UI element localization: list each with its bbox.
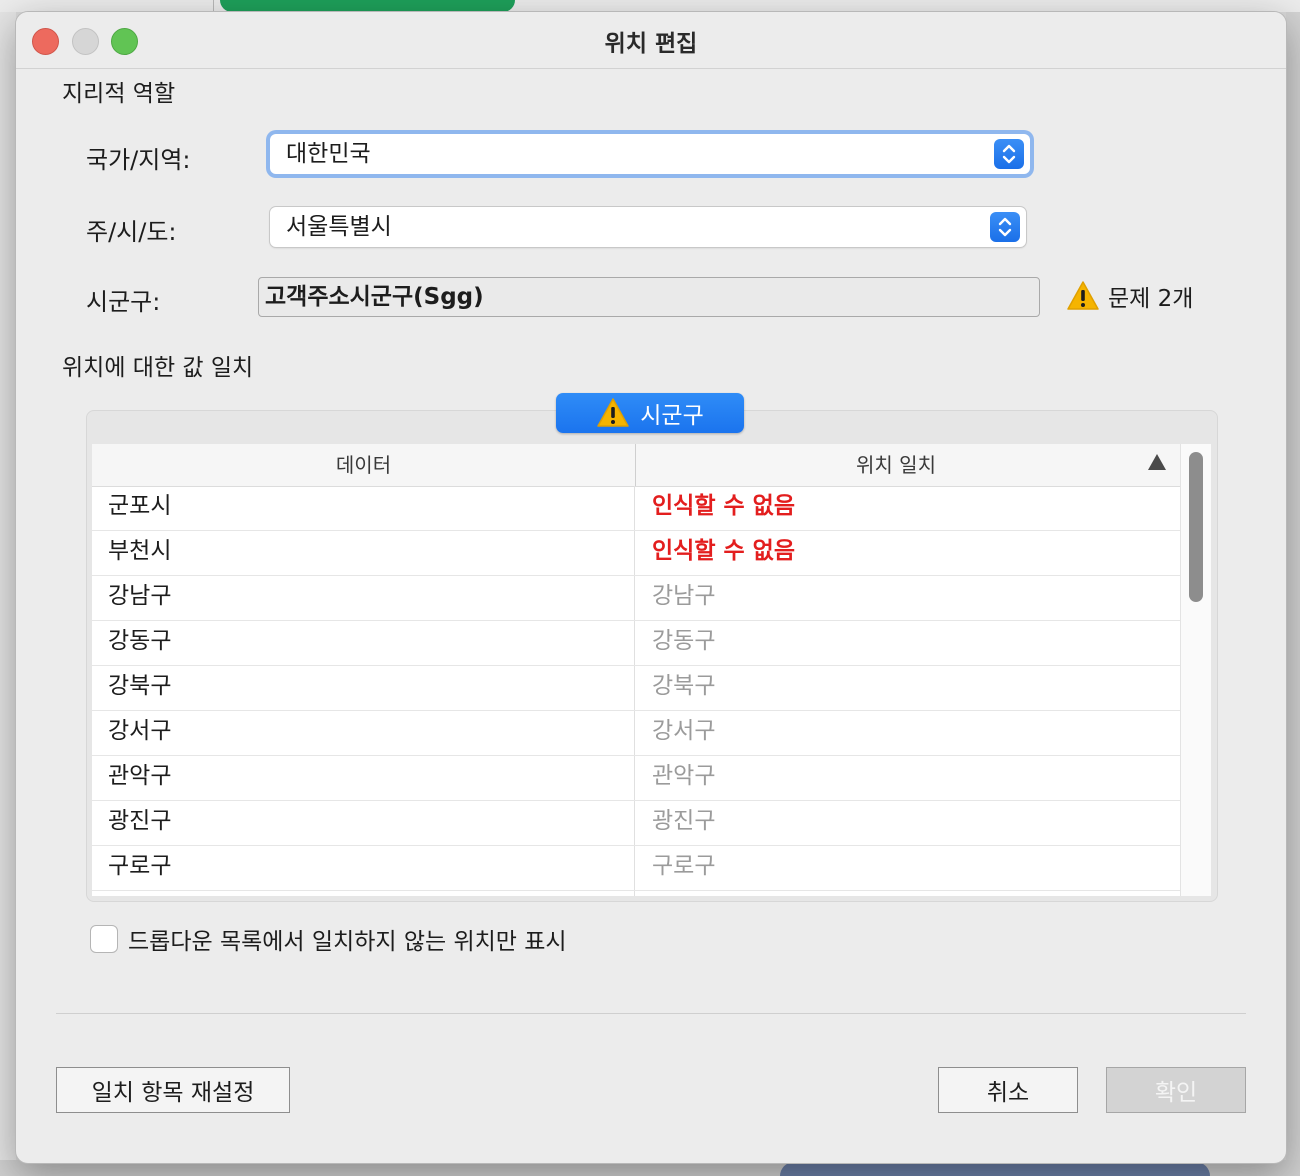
data-cell: 강남구 (108, 583, 172, 609)
match-section-title: 위치에 대한 값 일치 (62, 355, 254, 381)
location-match-cell[interactable]: 강동구 (652, 621, 1172, 665)
background-app-bar (0, 0, 1300, 12)
country-popup-value: 대한민국 (286, 141, 371, 167)
state-stepper-icon (990, 212, 1020, 242)
location-match-cell[interactable]: 강북구 (652, 666, 1172, 710)
table-scrollbar[interactable] (1180, 444, 1211, 896)
only-unmatched-checkbox[interactable] (90, 925, 118, 953)
state-label: 주/시/도: (86, 218, 177, 246)
sort-ascending-icon (1148, 454, 1166, 470)
window-title: 위치 편집 (604, 31, 698, 57)
column-header-location-match[interactable]: 위치 일치 (636, 444, 1156, 486)
geo-role-section-title: 지리적 역할 (62, 81, 176, 107)
data-cell: 관악구 (108, 763, 172, 789)
location-match-cell[interactable]: 강서구 (652, 711, 1172, 755)
location-match-cell[interactable]: 인식할 수 없음 (652, 486, 1172, 530)
background-active-tab (220, 0, 515, 12)
table-row[interactable]: 광진구 광진구 (92, 801, 1180, 846)
table-row[interactable]: 구로구 구로구 (92, 846, 1180, 891)
country-popup[interactable]: 대한민국 (270, 134, 1030, 174)
data-cell: 구로구 (108, 853, 172, 879)
data-cell: 강북구 (108, 673, 172, 699)
data-cell: 강동구 (108, 628, 172, 654)
table-row[interactable]: 강북구 강북구 (92, 666, 1180, 711)
county-field: 고객주소시군구(Sgg) (258, 277, 1040, 317)
table-row[interactable]: 관악구 관악구 (92, 756, 1180, 801)
ok-button[interactable]: 확인 (1106, 1067, 1246, 1113)
title-bar: 위치 편집 (16, 12, 1286, 69)
scrollbar-thumb[interactable] (1189, 452, 1203, 602)
data-cell: 군포시 (108, 493, 172, 519)
warning-icon (1067, 281, 1099, 310)
data-cell: 금천구 (108, 891, 628, 896)
table-body: 군포시 인식할 수 없음 부천시 인식할 수 없음 강남구 강남구 강동구 강동구 강북구 강북구… (92, 486, 1180, 896)
data-cell: 부천시 (108, 538, 172, 564)
background-app-right (1286, 12, 1300, 1176)
edit-locations-dialog: 위치 편집 지리적 역할 국가/지역: 대한민국 주/시/도: 서울특별시 시군… (16, 12, 1286, 1163)
table-row[interactable]: 군포시 인식할 수 없음 (92, 486, 1180, 531)
table-row[interactable]: 부천시 인식할 수 없음 (92, 531, 1180, 576)
country-stepper-icon (994, 139, 1024, 169)
table-row[interactable]: 강서구 강서구 (92, 711, 1180, 756)
column-header-data[interactable]: 데이터 (92, 444, 636, 486)
state-popup[interactable]: 서울특별시 (270, 207, 1026, 247)
location-match-cell[interactable]: 구로구 (652, 846, 1172, 890)
data-cell: 광진구 (108, 808, 172, 834)
only-unmatched-option[interactable]: 드롭다운 목록에서 일치하지 않는 위치만 표시 (90, 922, 567, 956)
tab-county[interactable]: 시군구 (556, 393, 744, 433)
background-map-shape (780, 1162, 1210, 1176)
location-match-cell[interactable]: 광진구 (652, 801, 1172, 845)
reset-matches-button[interactable]: 일치 항목 재설정 (56, 1067, 290, 1113)
warning-icon (597, 398, 629, 427)
country-label: 국가/지역: (86, 146, 191, 174)
tab-county-label: 시군구 (640, 403, 704, 429)
table-row[interactable]: 금천구 금천구 (92, 891, 1180, 896)
match-table: 데이터 위치 일치 군포시 인식할 수 없음 부천시 인식할 수 없음 강남구 강남구 강동… (92, 444, 1180, 896)
table-row[interactable]: 강남구 강남구 (92, 576, 1180, 621)
issues-text: 문제 2개 (1108, 286, 1194, 312)
county-label: 시군구: (86, 288, 161, 316)
table-header: 데이터 위치 일치 (92, 444, 1180, 487)
issues-indicator[interactable]: 문제 2개 (1066, 279, 1193, 313)
background-tab-divider (213, 0, 214, 12)
data-cell: 강서구 (108, 718, 172, 744)
state-popup-value: 서울특별시 (286, 214, 392, 240)
location-match-cell[interactable]: 강남구 (652, 576, 1172, 620)
location-match-cell[interactable]: 관악구 (652, 756, 1172, 800)
location-match-cell[interactable]: 인식할 수 없음 (652, 531, 1172, 575)
location-match-cell[interactable]: 금천구 (652, 891, 1172, 896)
footer-separator (56, 1013, 1246, 1014)
background-app-left (0, 12, 16, 1176)
only-unmatched-label: 드롭다운 목록에서 일치하지 않는 위치만 표시 (128, 929, 567, 955)
cancel-button[interactable]: 취소 (938, 1067, 1078, 1113)
table-row[interactable]: 강동구 강동구 (92, 621, 1180, 666)
